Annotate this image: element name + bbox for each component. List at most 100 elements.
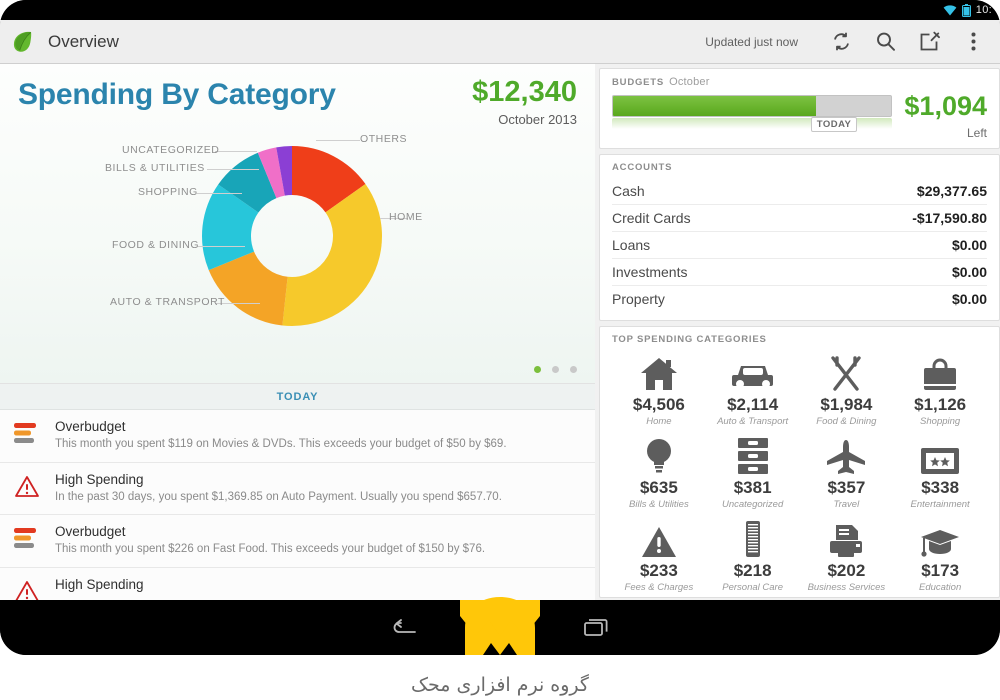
status-bar-clock: 10: — [975, 4, 992, 16]
carousel-page-indicator[interactable] — [534, 366, 577, 373]
top-category-amount: $1,984 — [820, 395, 873, 414]
top-category-amount: $357 — [827, 478, 866, 497]
budgets-header-label: BUDGETS — [612, 77, 665, 88]
app-window: Overview Updated just now Spending By Ca… — [0, 20, 1000, 600]
account-name: Credit Cards — [612, 210, 691, 226]
top-category-item[interactable]: $338 Entertainment — [893, 433, 987, 514]
top-category-name: Food & Dining — [816, 416, 877, 427]
search-icon[interactable] — [868, 25, 902, 59]
spending-by-category-card[interactable]: Spending By Category $12,340 October 201… — [0, 64, 595, 384]
page-dot-1[interactable] — [534, 366, 541, 373]
graduation-cap-icon — [920, 518, 960, 558]
page-dot-2[interactable] — [552, 366, 559, 373]
budget-remaining-amount: $1,094 — [904, 91, 987, 121]
top-category-amount: $202 — [827, 561, 866, 580]
account-row[interactable]: Loans $0.00 — [612, 231, 987, 258]
top-category-item[interactable]: $218 Personal Care — [706, 516, 800, 597]
page-title: Overview — [48, 31, 119, 51]
donut-label-auto-transport: AUTO & TRANSPORT — [110, 296, 225, 308]
account-balance: $29,377.65 — [916, 183, 987, 199]
leader-line-food — [198, 246, 245, 247]
account-name: Investments — [612, 264, 688, 280]
top-category-name: Entertainment — [910, 499, 970, 510]
main-content: Spending By Category $12,340 October 201… — [0, 64, 1000, 600]
top-category-item[interactable]: $4,506 Home — [612, 350, 706, 431]
top-category-amount: $338 — [921, 478, 960, 497]
top-category-name: Education — [918, 582, 962, 593]
back-icon[interactable] — [381, 613, 425, 643]
donut-label-bills-utilities: BILLS & UTILITIES — [105, 162, 205, 174]
top-category-amount: $233 — [639, 561, 678, 580]
top-category-item[interactable]: $2,114 Auto & Transport — [706, 350, 800, 431]
budget-today-marker: TODAY — [810, 117, 858, 132]
refresh-icon[interactable] — [824, 25, 858, 59]
account-balance: $0.00 — [951, 237, 987, 253]
tablet-device-frame: 10: Overview Updated just now Spending B… — [0, 0, 1000, 655]
top-category-item[interactable]: $357 Travel — [800, 433, 894, 514]
top-categories-header: TOP SPENDING CATEGORIES — [612, 334, 767, 345]
top-category-item[interactable]: $1,126 Shopping — [893, 350, 987, 431]
donut-label-home: HOME — [389, 211, 423, 223]
account-balance: $0.00 — [951, 264, 987, 280]
budget-progress-fill — [613, 96, 817, 116]
battery-icon — [961, 3, 971, 17]
overflow-menu-icon[interactable] — [956, 25, 990, 59]
house-icon — [639, 352, 679, 392]
accounts-card[interactable]: ACCOUNTS Cash $29,377.65 Credit Cards -$1… — [599, 154, 1000, 321]
alert-description: This month you spent $119 on Movies & DV… — [55, 438, 507, 450]
top-category-name: Travel — [833, 499, 860, 510]
top-category-name: Business Services — [807, 582, 886, 593]
alert-list: Overbudget This month you spent $119 on … — [0, 410, 595, 600]
spending-total-amount: $12,340 — [472, 76, 577, 108]
compose-icon[interactable] — [912, 25, 946, 59]
watermark-text: گروه نرم افزاری محک — [411, 674, 589, 696]
fork-knife-icon — [828, 352, 864, 392]
top-category-amount: $2,114 — [727, 395, 779, 414]
donut-chart[interactable] — [0, 118, 595, 358]
budget-bar-area[interactable]: TODAY — [612, 93, 893, 132]
top-category-item[interactable]: $173 Education — [893, 516, 987, 597]
top-category-item[interactable]: $233 Fees & Charges — [612, 516, 706, 597]
top-category-item[interactable]: $1,984 Food & Dining — [800, 350, 894, 431]
top-category-amount: $218 — [733, 561, 772, 580]
donut-label-others: OTHERS — [360, 133, 408, 145]
alert-item[interactable]: Overbudget This month you spent $119 on … — [0, 410, 595, 463]
top-category-amount: $1,126 — [914, 395, 967, 414]
account-name: Cash — [612, 183, 645, 199]
budget-remaining-caption: Left — [966, 126, 987, 140]
alert-item[interactable]: High Spending — [0, 567, 595, 600]
budgets-header: BUDGETS October — [612, 76, 987, 88]
account-row[interactable]: Investments $0.00 — [612, 258, 987, 285]
printer-icon — [826, 518, 866, 558]
account-row[interactable]: Cash $29,377.65 — [612, 178, 987, 204]
budget-remaining: $1,094 Left — [904, 91, 987, 141]
alert-item[interactable]: High Spending In the past 30 days, you s… — [0, 462, 595, 516]
overbudget-bars-icon — [14, 419, 42, 449]
budget-progress-track — [612, 95, 893, 117]
account-name: Loans — [612, 237, 651, 253]
lightbulb-icon — [645, 435, 673, 475]
alert-title: Overbudget — [55, 419, 126, 434]
right-column: BUDGETS October TODAY $1,094 Left ACCOUN… — [595, 64, 1000, 600]
leader-line-shopping — [197, 193, 242, 194]
account-name: Property — [612, 291, 665, 307]
top-category-item[interactable]: $202 Business Services — [800, 516, 894, 597]
budgets-card[interactable]: BUDGETS October TODAY $1,094 Left — [599, 68, 1000, 149]
alert-description: In the past 30 days, you spent $1,369.85… — [55, 490, 502, 503]
top-category-item[interactable]: $635 Bills & Utilities — [612, 433, 706, 514]
top-category-name: Shopping — [920, 416, 961, 427]
donut-label-uncategorized: UNCATEGORIZED — [122, 144, 220, 156]
account-row[interactable]: Property $0.00 — [612, 285, 987, 312]
recent-apps-icon[interactable] — [575, 613, 619, 643]
shopping-bag-icon — [922, 352, 958, 392]
top-categories-grid: $4,506 Home $2,114 Auto & Transport $1,9… — [612, 350, 987, 597]
alert-description: This month you spent $226 on Fast Food. … — [55, 543, 486, 556]
android-status-bar: 10: — [0, 0, 1000, 20]
top-category-item[interactable]: $381 Uncategorized — [706, 433, 800, 514]
alert-item[interactable]: Overbudget This month you spent $226 on … — [0, 515, 595, 568]
top-category-amount: $173 — [921, 561, 960, 580]
account-row[interactable]: Credit Cards -$17,590.80 — [612, 204, 987, 231]
page-dot-3[interactable] — [570, 366, 577, 373]
top-spending-categories-card[interactable]: TOP SPENDING CATEGORIES $4,506 Home $2,1… — [599, 326, 1000, 598]
top-category-name: Uncategorized — [721, 499, 784, 510]
